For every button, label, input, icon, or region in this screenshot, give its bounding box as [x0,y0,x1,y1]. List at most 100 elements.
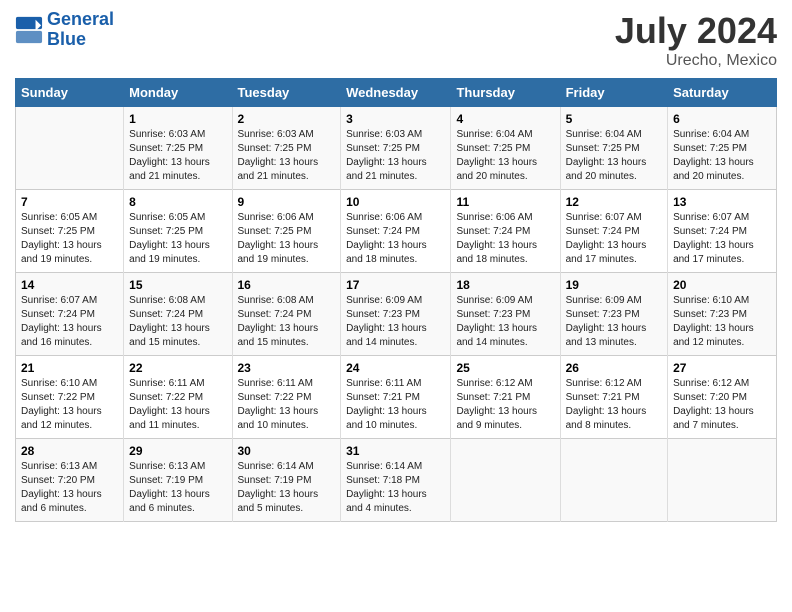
day-number: 25 [456,361,554,375]
day-info: Sunrise: 6:14 AMSunset: 7:18 PMDaylight:… [346,460,445,516]
weekday-header-sunday: Sunday [16,79,124,107]
day-info: Sunrise: 6:07 AMSunset: 7:24 PMDaylight:… [566,211,662,267]
location: Urecho, Mexico [615,52,777,70]
day-info: Sunrise: 6:06 AMSunset: 7:25 PMDaylight:… [238,211,336,267]
calendar-cell [560,439,667,522]
day-number: 12 [566,195,662,209]
calendar-cell: 4 Sunrise: 6:04 AMSunset: 7:25 PMDaylight… [451,107,560,190]
calendar-cell: 21 Sunrise: 6:10 AMSunset: 7:22 PMDayligh… [16,356,124,439]
calendar-cell: 18 Sunrise: 6:09 AMSunset: 7:23 PMDayligh… [451,273,560,356]
day-info: Sunrise: 6:13 AMSunset: 7:19 PMDaylight:… [129,460,226,516]
day-number: 17 [346,278,445,292]
calendar-cell: 26 Sunrise: 6:12 AMSunset: 7:21 PMDayligh… [560,356,667,439]
calendar-cell: 29 Sunrise: 6:13 AMSunset: 7:19 PMDayligh… [124,439,232,522]
day-number: 8 [129,195,226,209]
logo: General Blue [15,10,114,50]
calendar-cell: 28Sunrise: 6:13 AMSunset: 7:20 PMDayligh… [16,439,124,522]
day-info: Sunrise: 6:10 AMSunset: 7:22 PMDaylight:… [21,377,118,433]
calendar-cell: 31 Sunrise: 6:14 AMSunset: 7:18 PMDayligh… [341,439,451,522]
title-block: July 2024 Urecho, Mexico [615,10,777,70]
day-info: Sunrise: 6:14 AMSunset: 7:19 PMDaylight:… [238,460,336,516]
day-info: Sunrise: 6:11 AMSunset: 7:22 PMDaylight:… [129,377,226,433]
day-number: 6 [673,112,771,126]
logo-text: General Blue [47,10,114,50]
day-info: Sunrise: 6:05 AMSunset: 7:25 PMDaylight:… [129,211,226,267]
day-number: 29 [129,444,226,458]
day-number: 1 [129,112,226,126]
calendar-cell: 20 Sunrise: 6:10 AMSunset: 7:23 PMDayligh… [668,273,777,356]
day-number: 23 [238,361,336,375]
day-number: 26 [566,361,662,375]
calendar-cell [16,107,124,190]
day-info: Sunrise: 6:09 AMSunset: 7:23 PMDaylight:… [566,294,662,350]
calendar-cell [668,439,777,522]
day-info: Sunrise: 6:07 AMSunset: 7:24 PMDaylight:… [21,294,118,350]
day-info: Sunrise: 6:10 AMSunset: 7:23 PMDaylight:… [673,294,771,350]
day-number: 10 [346,195,445,209]
day-number: 27 [673,361,771,375]
day-info: Sunrise: 6:09 AMSunset: 7:23 PMDaylight:… [346,294,445,350]
calendar-cell: 3 Sunrise: 6:03 AMSunset: 7:25 PMDaylight… [341,107,451,190]
calendar-cell: 22Sunrise: 6:11 AMSunset: 7:22 PMDayligh… [124,356,232,439]
day-info: Sunrise: 6:08 AMSunset: 7:24 PMDaylight:… [238,294,336,350]
weekday-header-row: SundayMondayTuesdayWednesdayThursdayFrid… [16,79,777,107]
day-info: Sunrise: 6:04 AMSunset: 7:25 PMDaylight:… [566,128,662,184]
day-info: Sunrise: 6:06 AMSunset: 7:24 PMDaylight:… [456,211,554,267]
day-number: 19 [566,278,662,292]
month-title: July 2024 [615,10,777,52]
calendar-cell: 10Sunrise: 6:06 AMSunset: 7:24 PMDayligh… [341,190,451,273]
day-number: 2 [238,112,336,126]
day-info: Sunrise: 6:07 AMSunset: 7:24 PMDaylight:… [673,211,771,267]
calendar-cell: 2Sunrise: 6:03 AMSunset: 7:25 PMDaylight… [232,107,341,190]
calendar-cell: 9 Sunrise: 6:06 AMSunset: 7:25 PMDaylight… [232,190,341,273]
day-number: 28 [21,444,118,458]
day-info: Sunrise: 6:11 AMSunset: 7:22 PMDaylight:… [238,377,336,433]
calendar-cell: 23 Sunrise: 6:11 AMSunset: 7:22 PMDayligh… [232,356,341,439]
day-number: 11 [456,195,554,209]
day-info: Sunrise: 6:03 AMSunset: 7:25 PMDaylight:… [346,128,445,184]
calendar-cell: 8 Sunrise: 6:05 AMSunset: 7:25 PMDaylight… [124,190,232,273]
day-number: 20 [673,278,771,292]
day-number: 31 [346,444,445,458]
day-info: Sunrise: 6:05 AMSunset: 7:25 PMDaylight:… [21,211,118,267]
calendar-cell: 16 Sunrise: 6:08 AMSunset: 7:24 PMDayligh… [232,273,341,356]
day-number: 5 [566,112,662,126]
calendar-cell: 11 Sunrise: 6:06 AMSunset: 7:24 PMDayligh… [451,190,560,273]
calendar-cell: 24 Sunrise: 6:11 AMSunset: 7:21 PMDayligh… [341,356,451,439]
day-info: Sunrise: 6:04 AMSunset: 7:25 PMDaylight:… [456,128,554,184]
day-info: Sunrise: 6:11 AMSunset: 7:21 PMDaylight:… [346,377,445,433]
day-info: Sunrise: 6:12 AMSunset: 7:21 PMDaylight:… [566,377,662,433]
day-number: 7 [21,195,118,209]
week-row-4: 21 Sunrise: 6:10 AMSunset: 7:22 PMDayligh… [16,356,777,439]
week-row-5: 28Sunrise: 6:13 AMSunset: 7:20 PMDayligh… [16,439,777,522]
page-header: General Blue July 2024 Urecho, Mexico [15,10,777,70]
calendar-cell: 30Sunrise: 6:14 AMSunset: 7:19 PMDayligh… [232,439,341,522]
day-number: 24 [346,361,445,375]
calendar-cell: 17 Sunrise: 6:09 AMSunset: 7:23 PMDayligh… [341,273,451,356]
day-info: Sunrise: 6:04 AMSunset: 7:25 PMDaylight:… [673,128,771,184]
day-number: 9 [238,195,336,209]
week-row-3: 14 Sunrise: 6:07 AMSunset: 7:24 PMDayligh… [16,273,777,356]
day-number: 21 [21,361,118,375]
day-info: Sunrise: 6:12 AMSunset: 7:20 PMDaylight:… [673,377,771,433]
calendar-cell: 27 Sunrise: 6:12 AMSunset: 7:20 PMDayligh… [668,356,777,439]
calendar-cell: 5 Sunrise: 6:04 AMSunset: 7:25 PMDaylight… [560,107,667,190]
day-number: 3 [346,112,445,126]
weekday-header-saturday: Saturday [668,79,777,107]
day-number: 18 [456,278,554,292]
day-info: Sunrise: 6:09 AMSunset: 7:23 PMDaylight:… [456,294,554,350]
calendar-table: SundayMondayTuesdayWednesdayThursdayFrid… [15,78,777,522]
day-number: 16 [238,278,336,292]
day-number: 4 [456,112,554,126]
day-number: 14 [21,278,118,292]
calendar-cell: 7 Sunrise: 6:05 AMSunset: 7:25 PMDaylight… [16,190,124,273]
weekday-header-friday: Friday [560,79,667,107]
calendar-cell: 12 Sunrise: 6:07 AMSunset: 7:24 PMDayligh… [560,190,667,273]
calendar-cell: 14 Sunrise: 6:07 AMSunset: 7:24 PMDayligh… [16,273,124,356]
weekday-header-thursday: Thursday [451,79,560,107]
calendar-cell: 6 Sunrise: 6:04 AMSunset: 7:25 PMDaylight… [668,107,777,190]
calendar-cell: 1 Sunrise: 6:03 AMSunset: 7:25 PMDaylight… [124,107,232,190]
week-row-1: 1 Sunrise: 6:03 AMSunset: 7:25 PMDaylight… [16,107,777,190]
day-info: Sunrise: 6:03 AMSunset: 7:25 PMDaylight:… [129,128,226,184]
day-number: 15 [129,278,226,292]
